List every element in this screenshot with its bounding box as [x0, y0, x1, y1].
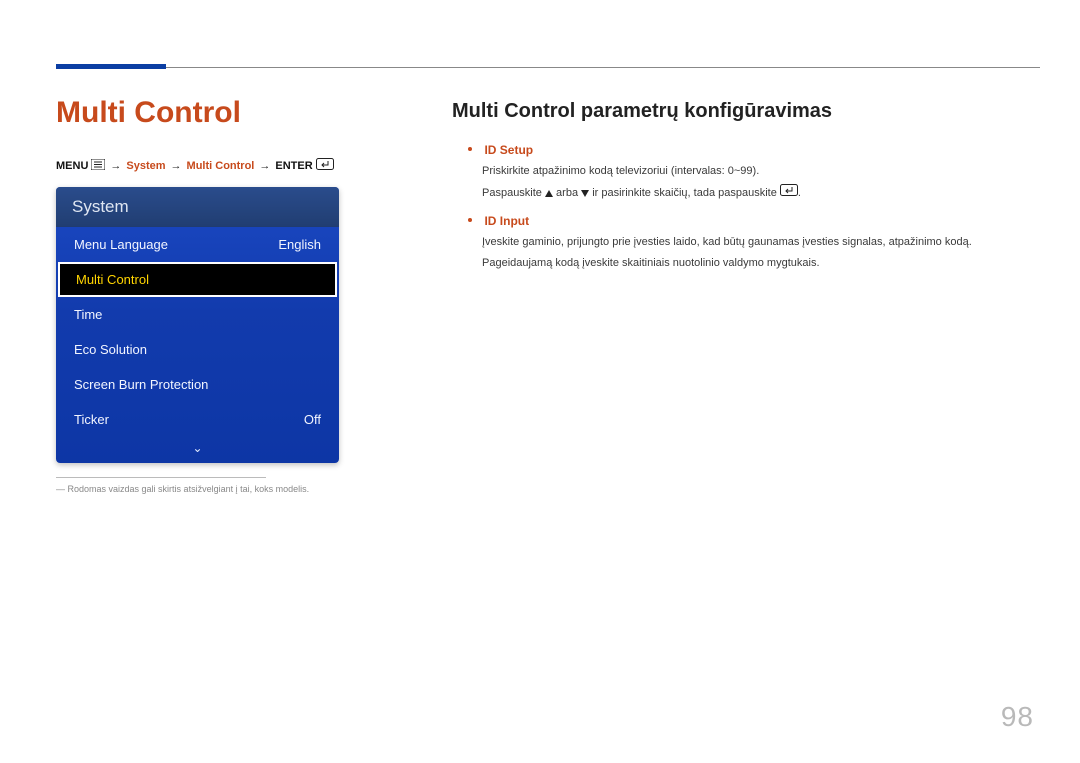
item-body-line: Įveskite gaminio, prijungto prie įvestie… — [482, 234, 1020, 251]
osd-row-screen-burn[interactable]: Screen Burn Protection — [56, 367, 339, 402]
breadcrumb-arrow-icon: → — [108, 160, 123, 172]
osd-row-value: English — [278, 237, 321, 252]
bullet-icon — [468, 147, 472, 151]
enter-icon — [316, 158, 334, 173]
item-title: ID Input — [484, 214, 529, 228]
osd-row-label: Screen Burn Protection — [74, 377, 208, 392]
footnote-text: Rodomas vaizdas gali skirtis atsižvelgia… — [68, 484, 310, 494]
osd-row-label: Multi Control — [76, 272, 149, 287]
footnote: ― Rodomas vaizdas gali skirtis atsižvelg… — [56, 484, 376, 494]
breadcrumb-arrow-icon: → — [257, 160, 272, 172]
chevron-down-icon: ⌄ — [192, 441, 202, 455]
footnote-mark: ― — [56, 484, 65, 494]
top-accent-bar — [56, 64, 166, 69]
breadcrumb-enter-label: ENTER — [275, 160, 312, 172]
item-title: ID Setup — [484, 143, 533, 157]
osd-row-multi-control[interactable]: Multi Control — [58, 262, 337, 297]
item-header: ID Input — [452, 212, 1020, 230]
osd-row-label: Menu Language — [74, 237, 168, 252]
breadcrumb-step-multicontrol: Multi Control — [187, 160, 255, 172]
item-id-setup: ID Setup Priskirkite atpažinimo kodą tel… — [452, 141, 1020, 202]
osd-row-label: Time — [74, 307, 102, 322]
text-fragment: ir pasirinkite skaičių, tada paspauskite — [592, 187, 780, 199]
menu-icon — [91, 159, 105, 173]
osd-scroll-down[interactable]: ⌄ — [56, 437, 339, 463]
enter-icon — [780, 184, 798, 202]
osd-row-label: Ticker — [74, 412, 109, 427]
up-triangle-icon — [545, 190, 553, 197]
osd-row-value: Off — [304, 412, 321, 427]
left-column: Multi Control MENU → System → Multi Cont… — [56, 96, 376, 494]
section-heading: Multi Control parametrų konfigūravimas — [452, 100, 1020, 123]
top-rule — [56, 67, 1040, 68]
item-body-line: Paspauskite arba ir pasirinkite skaičių,… — [482, 184, 1020, 202]
breadcrumb: MENU → System → Multi Control → ENTER — [56, 158, 376, 173]
breadcrumb-arrow-icon: → — [169, 160, 184, 172]
footnote-divider — [56, 477, 266, 478]
osd-panel: System Menu Language English Multi Contr… — [56, 187, 339, 463]
page-number: 98 — [1001, 701, 1034, 733]
text-fragment: Paspauskite — [482, 187, 545, 199]
item-id-input: ID Input Įveskite gaminio, prijungto pri… — [452, 212, 1020, 272]
osd-row-menu-language[interactable]: Menu Language English — [56, 227, 339, 262]
right-column: Multi Control parametrų konfigūravimas I… — [452, 100, 1020, 282]
osd-row-eco-solution[interactable]: Eco Solution — [56, 332, 339, 367]
page-title: Multi Control — [56, 96, 376, 130]
item-body-line: Priskirkite atpažinimo kodą televizoriui… — [482, 163, 1020, 180]
item-body-line: Pageidaujamą kodą įveskite skaitiniais n… — [482, 255, 1020, 272]
text-fragment: arba — [556, 187, 581, 199]
osd-row-time[interactable]: Time — [56, 297, 339, 332]
breadcrumb-menu-label: MENU — [56, 160, 88, 172]
osd-row-label: Eco Solution — [74, 342, 147, 357]
breadcrumb-step-system: System — [126, 160, 165, 172]
bullet-icon — [468, 218, 472, 222]
osd-row-ticker[interactable]: Ticker Off — [56, 402, 339, 437]
item-header: ID Setup — [452, 141, 1020, 159]
text-fragment: . — [798, 187, 801, 199]
osd-title: System — [56, 187, 339, 227]
down-triangle-icon — [581, 190, 589, 197]
